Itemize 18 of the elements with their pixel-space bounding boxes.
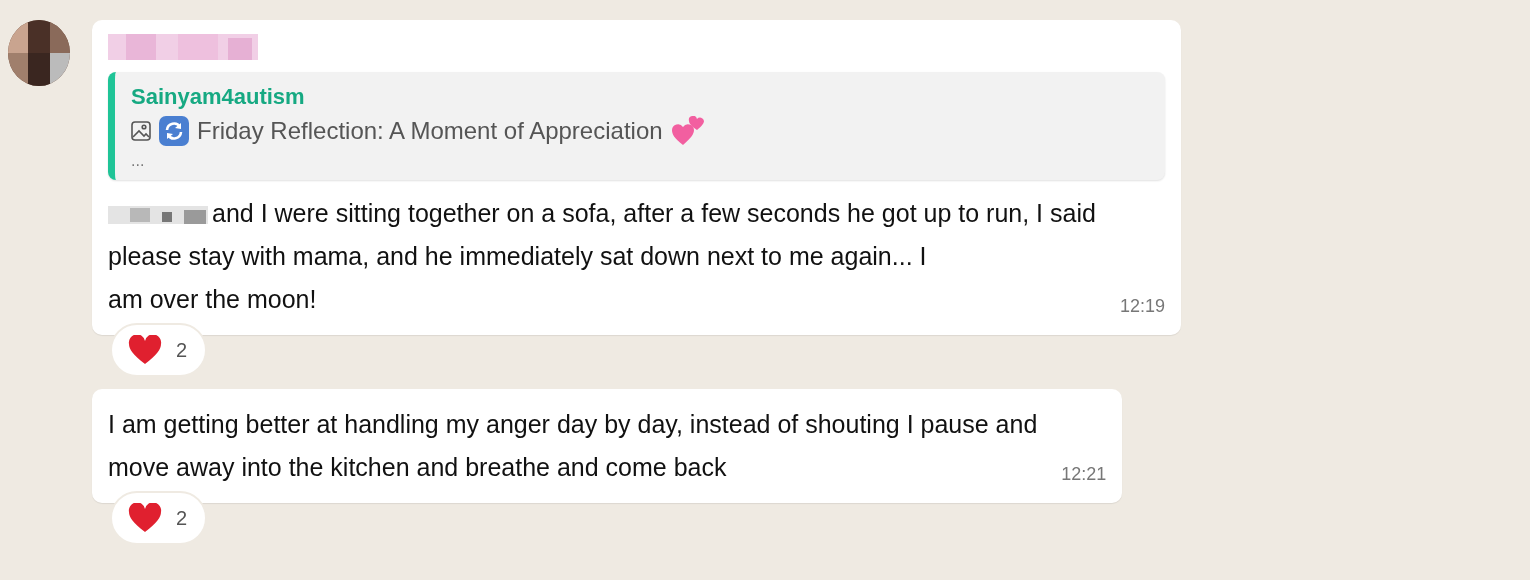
message-text: and I were sitting together on a sofa, after a few seconds he got up to run, I said please stay with mama, and he immediately sat down next to me again... I am over the moon!	[108, 198, 1096, 315]
heart-icon	[128, 335, 162, 365]
quoted-message[interactable]: Sainyam4autism Friday Reflection: A Moment of Appreciation ...	[108, 72, 1165, 180]
quote-text: Friday Reflection: A Moment of Appreciation	[197, 117, 663, 145]
blurred-avatar	[8, 20, 70, 86]
message-text: I am getting better at handling my anger day by day, instead of shouting I pause and move away into the kitchen and breathe and come back	[108, 409, 1038, 483]
image-icon	[131, 121, 151, 141]
heart-icon	[128, 503, 162, 533]
message-time: 12:19	[1119, 296, 1165, 317]
message-time: 12:21	[1061, 464, 1107, 485]
reaction-pill[interactable]: 2	[110, 323, 208, 377]
quote-more: ...	[131, 152, 146, 170]
refresh-icon	[159, 116, 189, 146]
reaction-count: 2	[176, 338, 188, 362]
reaction-pill[interactable]: 2	[110, 491, 208, 545]
quote-author: Sainyam4autism	[131, 84, 306, 110]
reaction-count: 2	[176, 506, 188, 530]
two-hearts-icon	[670, 116, 705, 146]
